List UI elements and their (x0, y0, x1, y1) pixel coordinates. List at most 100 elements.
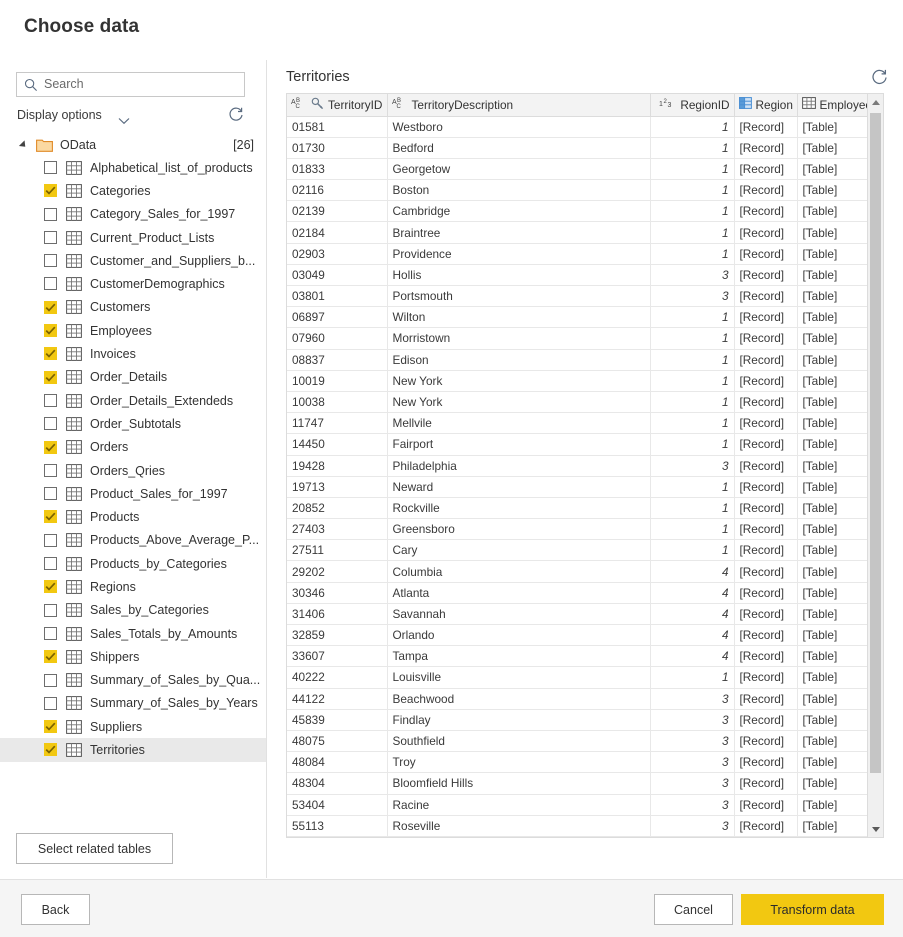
tree-item[interactable]: Customers (0, 296, 266, 319)
tree-item[interactable]: Orders_Qries (0, 459, 266, 482)
table-row[interactable]: 48304Bloomfield Hills3[Record][Table] (287, 773, 868, 794)
column-header-territoryid[interactable]: A B C (287, 94, 387, 116)
tree-item[interactable]: Alphabetical_list_of_products (0, 156, 266, 179)
table-row[interactable]: 08837Edison1[Record][Table] (287, 349, 868, 370)
table-row[interactable]: 01833Georgetow1[Record][Table] (287, 158, 868, 179)
table-row[interactable]: 06897Wilton1[Record][Table] (287, 307, 868, 328)
tree-item[interactable]: Order_Details (0, 366, 266, 389)
refresh-preview-icon[interactable] (870, 68, 889, 87)
table-checkbox[interactable] (44, 697, 57, 710)
tree-item[interactable]: Product_Sales_for_1997 (0, 482, 266, 505)
table-checkbox[interactable] (44, 371, 57, 384)
tree-item[interactable]: Products_by_Categories (0, 552, 266, 575)
table-checkbox[interactable] (44, 557, 57, 570)
table-checkbox[interactable] (44, 441, 57, 454)
table-row[interactable]: 44122Beachwood3[Record][Table] (287, 688, 868, 709)
table-checkbox[interactable] (44, 487, 57, 500)
tree-item[interactable]: CustomerDemographics (0, 272, 266, 295)
table-row[interactable]: 11747Mellvile1[Record][Table] (287, 413, 868, 434)
table-row[interactable]: 27403Greensboro1[Record][Table] (287, 519, 868, 540)
tree-item[interactable]: Suppliers (0, 715, 266, 738)
chevron-down-icon[interactable] (118, 112, 130, 120)
table-row[interactable]: 53404Racine3[Record][Table] (287, 794, 868, 815)
table-row[interactable]: 48075Southfield3[Record][Table] (287, 730, 868, 751)
table-checkbox[interactable] (44, 534, 57, 547)
column-header-regionid[interactable]: 1 2 3 RegionID (650, 94, 734, 116)
table-checkbox[interactable] (44, 604, 57, 617)
table-checkbox[interactable] (44, 301, 57, 314)
tree-item[interactable]: Sales_Totals_by_Amounts (0, 622, 266, 645)
select-related-tables-button[interactable]: Select related tables (16, 833, 173, 864)
table-row[interactable]: 03049Hollis3[Record][Table] (287, 264, 868, 285)
table-row[interactable]: 30346Atlanta4[Record][Table] (287, 582, 868, 603)
tree-item[interactable]: Products_Above_Average_P... (0, 529, 266, 552)
tree-root-odata[interactable]: OData [26] (0, 133, 266, 156)
table-row[interactable]: 19428Philadelphia3[Record][Table] (287, 455, 868, 476)
table-checkbox[interactable] (44, 464, 57, 477)
table-row[interactable]: 31406Savannah4[Record][Table] (287, 603, 868, 624)
tree-item[interactable]: Categories (0, 179, 266, 202)
tree-item[interactable]: Regions (0, 575, 266, 598)
tree-item[interactable]: Shippers (0, 645, 266, 668)
table-row[interactable]: 02116Boston1[Record][Table] (287, 180, 868, 201)
table-row[interactable]: 02139Cambridge1[Record][Table] (287, 201, 868, 222)
column-header-territorydescription[interactable]: A B C TerritoryDescription (387, 94, 650, 116)
tree-item[interactable]: Products (0, 505, 266, 528)
display-options-label[interactable]: Display options (17, 108, 102, 122)
table-checkbox[interactable] (44, 580, 57, 593)
tree-item[interactable]: Current_Product_Lists (0, 226, 266, 249)
table-checkbox[interactable] (44, 254, 57, 267)
tree-item[interactable]: Order_Subtotals (0, 412, 266, 435)
tree-item[interactable]: Sales_by_Categories (0, 599, 266, 622)
table-checkbox[interactable] (44, 161, 57, 174)
tree-item[interactable]: Category_Sales_for_1997 (0, 203, 266, 226)
table-row[interactable]: 01730Bedford1[Record][Table] (287, 137, 868, 158)
tree-item[interactable]: Customer_and_Suppliers_b... (0, 249, 266, 272)
table-row[interactable]: 14450Fairport1[Record][Table] (287, 434, 868, 455)
table-row[interactable]: 01581Westboro1[Record][Table] (287, 116, 868, 137)
table-checkbox[interactable] (44, 674, 57, 687)
table-checkbox[interactable] (44, 627, 57, 640)
table-row[interactable]: 19713Neward1[Record][Table] (287, 476, 868, 497)
table-checkbox[interactable] (44, 720, 57, 733)
table-row[interactable]: 02903Providence1[Record][Table] (287, 243, 868, 264)
table-checkbox[interactable] (44, 184, 57, 197)
table-checkbox[interactable] (44, 347, 57, 360)
preview-vertical-scrollbar[interactable] (867, 94, 883, 837)
table-checkbox[interactable] (44, 650, 57, 663)
tree-item[interactable]: Territories (0, 738, 266, 761)
table-row[interactable]: 03801Portsmouth3[Record][Table] (287, 286, 868, 307)
cancel-button[interactable]: Cancel (654, 894, 733, 925)
search-input[interactable]: Search (16, 72, 245, 97)
table-checkbox[interactable] (44, 231, 57, 244)
table-row[interactable]: 48084Troy3[Record][Table] (287, 752, 868, 773)
triangle-expanded-icon[interactable] (19, 140, 28, 149)
table-row[interactable]: 33607Tampa4[Record][Table] (287, 646, 868, 667)
table-row[interactable]: 45839Findlay3[Record][Table] (287, 709, 868, 730)
tree-item[interactable]: Summary_of_Sales_by_Years (0, 692, 266, 715)
table-checkbox[interactable] (44, 277, 57, 290)
tree-item[interactable]: Invoices (0, 342, 266, 365)
table-checkbox[interactable] (44, 324, 57, 337)
transform-data-button[interactable]: Transform data (741, 894, 884, 925)
scrollbar-thumb[interactable] (870, 113, 881, 773)
table-row[interactable]: 02184Braintree1[Record][Table] (287, 222, 868, 243)
table-row[interactable]: 29202Columbia4[Record][Table] (287, 561, 868, 582)
tree-item[interactable]: Summary_of_Sales_by_Qua... (0, 669, 266, 692)
refresh-icon[interactable] (227, 106, 245, 124)
column-header-region[interactable]: Region (734, 94, 797, 116)
tree-item[interactable]: Orders (0, 436, 266, 459)
tree-item[interactable]: Employees (0, 319, 266, 342)
table-row[interactable]: 32859Orlando4[Record][Table] (287, 625, 868, 646)
scroll-down-arrow-icon[interactable] (868, 821, 883, 837)
column-header-employees[interactable]: Employees (797, 94, 868, 116)
tree-item[interactable]: Order_Details_Extendeds (0, 389, 266, 412)
table-row[interactable]: 55439Minneapolis3[Record][Table] (287, 836, 868, 838)
table-checkbox[interactable] (44, 743, 57, 756)
table-row[interactable]: 20852Rockville1[Record][Table] (287, 497, 868, 518)
table-checkbox[interactable] (44, 208, 57, 221)
table-checkbox[interactable] (44, 394, 57, 407)
back-button[interactable]: Back (21, 894, 90, 925)
table-row[interactable]: 27511Cary1[Record][Table] (287, 540, 868, 561)
table-row[interactable]: 10038New York1[Record][Table] (287, 391, 868, 412)
